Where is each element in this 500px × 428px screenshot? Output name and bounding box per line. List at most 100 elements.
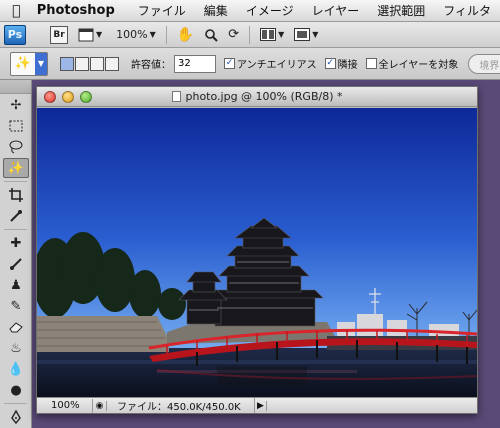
- status-zoom-field[interactable]: 100%: [37, 398, 93, 413]
- selection-mode-group: [60, 56, 119, 71]
- view-extras-icon: [78, 28, 94, 41]
- dodge-icon: ●: [10, 382, 22, 398]
- status-file-info: ファイル：450.0K/450.0K: [107, 398, 255, 413]
- options-bar: ✨ ▼ 許容値： ✓ アンチエイリアス ✓ 隣接 全レイヤーを対象 境界: [0, 48, 500, 80]
- chevron-down-icon: ▼: [312, 30, 319, 39]
- paint-bucket-tool[interactable]: ♨: [3, 338, 29, 358]
- marquee-tool[interactable]: [3, 116, 29, 136]
- checkmark-icon: ✓: [324, 58, 336, 69]
- droplet-icon: 💧: [7, 361, 25, 377]
- magic-wand-tool[interactable]: ✨: [3, 158, 29, 178]
- sample-all-layers-checkbox[interactable]: 全レイヤーを対象: [365, 56, 459, 71]
- magnifier-icon: [205, 28, 218, 42]
- pen-tool[interactable]: [3, 407, 29, 427]
- chevron-down-icon: ▼: [96, 30, 103, 39]
- eraser-icon: [9, 322, 23, 333]
- view-extras-button[interactable]: ▼: [78, 28, 102, 42]
- tool-preset-picker[interactable]: ✨ ▼: [10, 51, 48, 76]
- intersect-selection-button[interactable]: [105, 56, 119, 71]
- divider: [4, 181, 27, 182]
- menu-select[interactable]: 選択範囲: [368, 2, 434, 19]
- chevron-down-icon: ▼: [149, 30, 156, 39]
- rotate-view-icon: ⟳: [228, 27, 240, 42]
- document-window: photo.jpg @ 100% (RGB/8) * 100% ◉ ファイル：4…: [33, 86, 478, 414]
- eraser-tool[interactable]: [3, 317, 29, 337]
- magic-wand-icon: ✨: [7, 160, 25, 176]
- crop-icon: [9, 188, 23, 202]
- panel-grip[interactable]: [0, 80, 31, 94]
- apple-icon[interactable]: : [0, 3, 33, 19]
- refine-edge-button[interactable]: 境界: [468, 53, 500, 74]
- document-title: photo.jpg @ 100% (RGB/8) *: [185, 90, 343, 103]
- window-controls: [44, 91, 92, 103]
- screen-mode-icon: [294, 28, 311, 41]
- bridge-button[interactable]: Br: [50, 25, 68, 44]
- document-title-bar[interactable]: photo.jpg @ 100% (RGB/8) *: [37, 87, 477, 107]
- document-canvas[interactable]: [33, 108, 478, 398]
- screen-mode-button[interactable]: ▼: [294, 28, 318, 41]
- healing-brush-tool[interactable]: ✚: [3, 233, 29, 253]
- lasso-tool[interactable]: [3, 137, 29, 157]
- divider: [249, 25, 251, 44]
- lasso-icon: [9, 140, 23, 154]
- divider: [165, 25, 167, 44]
- menu-filter[interactable]: フィルタ: [434, 2, 500, 19]
- paint-bucket-icon: ♨: [10, 340, 22, 356]
- pen-icon: [11, 410, 21, 424]
- rotate-view-button[interactable]: ⟳: [228, 27, 239, 42]
- menu-layer[interactable]: レイヤー: [303, 2, 369, 19]
- antialias-checkbox[interactable]: ✓ アンチエイリアス: [224, 56, 317, 71]
- history-brush-icon: ✎: [10, 298, 22, 314]
- photoshop-logo[interactable]: Ps: [4, 24, 26, 45]
- blur-tool[interactable]: 💧: [3, 359, 29, 379]
- subtract-from-selection-button[interactable]: [90, 56, 104, 71]
- crop-tool[interactable]: [3, 185, 29, 205]
- document-status-bar: 100% ◉ ファイル：450.0K/450.0K ▶: [37, 397, 477, 413]
- brush-icon: [10, 258, 22, 270]
- chevron-down-icon: ▼: [35, 52, 47, 75]
- stamp-icon: ♟: [10, 277, 22, 293]
- close-button[interactable]: [44, 91, 56, 103]
- zoom-level-dropdown[interactable]: 100% ▼: [116, 28, 156, 41]
- status-menu-arrow-icon[interactable]: ▶: [255, 400, 267, 411]
- move-icon: ✢: [10, 97, 22, 113]
- hand-tool-button[interactable]: ✋: [177, 27, 194, 43]
- status-options-icon[interactable]: ◉: [93, 400, 107, 411]
- document-icon: [171, 91, 181, 102]
- tolerance-label: 許容値：: [131, 60, 171, 71]
- contiguous-checkbox[interactable]: ✓ 隣接: [324, 56, 358, 71]
- add-to-selection-button[interactable]: [75, 56, 89, 71]
- bandage-icon: ✚: [10, 235, 22, 251]
- arrange-documents-button[interactable]: ▼: [260, 28, 284, 41]
- marquee-icon: [9, 120, 23, 132]
- divider: [4, 229, 27, 230]
- brush-tool[interactable]: [3, 254, 29, 274]
- menu-image[interactable]: イメージ: [237, 2, 303, 19]
- menu-app-name[interactable]: Photoshop: [33, 3, 129, 18]
- dodge-tool[interactable]: ●: [3, 380, 29, 400]
- contiguous-label: 隣接: [337, 60, 358, 71]
- application-bar: Ps Br ▼ 100% ▼ ✋ ⟳ ▼ ▼: [0, 22, 500, 48]
- minimize-button[interactable]: [62, 91, 74, 103]
- zoom-level-value: 100%: [116, 28, 148, 41]
- sample-all-layers-label: 全レイヤーを対象: [378, 60, 459, 71]
- arrange-documents-icon: [260, 28, 277, 41]
- antialias-label: アンチエイリアス: [237, 60, 317, 71]
- chevron-down-icon: ▼: [278, 30, 285, 39]
- tolerance-input[interactable]: [174, 54, 216, 73]
- history-brush-tool[interactable]: ✎: [3, 296, 29, 316]
- divider: [4, 403, 27, 404]
- zoom-tool-button[interactable]: [204, 28, 218, 42]
- zoom-button[interactable]: [80, 91, 92, 103]
- eyedropper-tool[interactable]: [3, 206, 29, 226]
- move-tool[interactable]: ✢: [3, 95, 29, 115]
- menu-file[interactable]: ファイル: [129, 2, 195, 19]
- tools-panel: ✢ ✨ ✚ ♟ ✎ ♨ 💧 ●: [0, 80, 32, 428]
- clone-stamp-tool[interactable]: ♟: [3, 275, 29, 295]
- photo-image: [33, 108, 478, 398]
- menu-edit[interactable]: 編集: [195, 2, 237, 19]
- eyedropper-icon: [10, 210, 22, 222]
- magic-wand-icon: ✨: [14, 56, 32, 71]
- empty-checkbox-icon: [365, 58, 377, 69]
- new-selection-button[interactable]: [60, 56, 74, 71]
